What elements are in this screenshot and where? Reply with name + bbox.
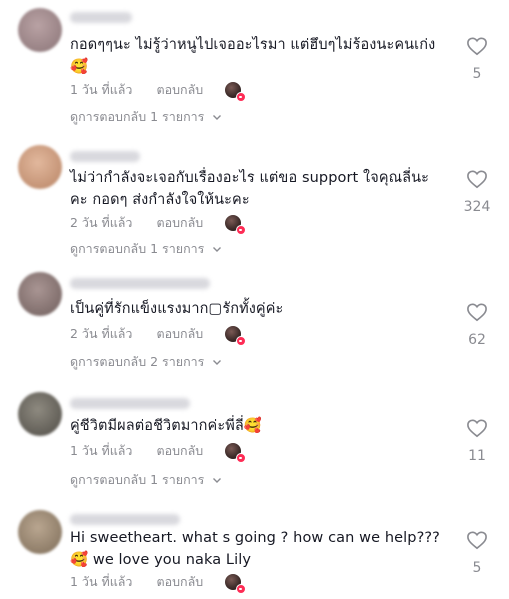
reply-button[interactable]: ตอบกลับ (156, 324, 203, 344)
view-replies-label: ดูการตอบกลับ 2 รายการ (70, 354, 205, 369)
commenter-avatar[interactable] (18, 392, 62, 436)
like-control: 324 (455, 169, 499, 215)
view-replies-button[interactable]: ดูการตอบกลับ 1 รายการ (70, 107, 222, 127)
view-replies-label: ดูการตอบกลับ 1 รายการ (70, 241, 205, 256)
comment-item: Hi sweetheart. what s going ? how can we… (0, 500, 509, 599)
comment-time: 1 วัน ที่แล้ว (70, 574, 133, 589)
like-count: 5 (472, 66, 482, 82)
comment-item: ไม่ว่ากำลังจะเจอกับเรื่องอะไร แต่ขอ supp… (0, 135, 509, 260)
heart-badge-icon (236, 92, 247, 102)
heart-badge-icon (236, 584, 247, 594)
reply-button[interactable]: ตอบกลับ (156, 572, 203, 592)
creator-liked-avatar (225, 443, 247, 463)
heart-outline-icon[interactable] (466, 530, 488, 550)
chevron-down-icon (213, 360, 222, 365)
like-control: 62 (463, 302, 491, 348)
view-replies-label: ดูการตอบกลับ 1 รายการ (70, 109, 205, 124)
commenter-username[interactable] (70, 12, 132, 23)
comment-time: 2 วัน ที่แล้ว (70, 326, 133, 341)
creator-liked-avatar (225, 574, 247, 594)
comment-item: คู่ชีวิตมีผลต่อชีวิตมากค่ะพี่ลี่🥰 1 วัน … (0, 382, 509, 500)
comment-item: กอดๆๆนะ ไม่รู้ว่าหนูไปเจออะไรมา แต่ฮึบๆไ… (0, 0, 509, 135)
comment-meta: 1 วัน ที่แล้ว ตอบกลับ (70, 80, 247, 102)
comment-text: เป็นคู่ที่รักแข็งแรงมาก▢รักทั้งคู่ค่ะ (70, 301, 284, 317)
heart-outline-icon[interactable] (466, 169, 488, 189)
comment-time: 1 วัน ที่แล้ว (70, 443, 133, 458)
like-count: 324 (463, 199, 491, 215)
comment-time: 2 วัน ที่แล้ว (70, 215, 133, 230)
view-replies-button[interactable]: ดูการตอบกลับ 1 รายการ (70, 470, 222, 490)
commenter-avatar[interactable] (18, 145, 62, 189)
commenter-username[interactable] (70, 514, 180, 525)
commenter-username[interactable] (70, 278, 210, 289)
like-count: 5 (472, 560, 482, 576)
chevron-down-icon (213, 478, 222, 483)
reply-button[interactable]: ตอบกลับ (156, 80, 203, 100)
creator-liked-avatar (225, 326, 247, 346)
heart-outline-icon[interactable] (466, 302, 488, 322)
like-count: 11 (468, 448, 486, 464)
reply-button[interactable]: ตอบกลับ (156, 213, 203, 233)
commenter-avatar[interactable] (18, 8, 62, 52)
chevron-down-icon (213, 247, 222, 252)
comment-time: 1 วัน ที่แล้ว (70, 82, 133, 97)
creator-liked-avatar (225, 215, 247, 235)
view-replies-button[interactable]: ดูการตอบกลับ 1 รายการ (70, 239, 222, 259)
comment-text: ไม่ว่ากำลังจะเจอกับเรื่องอะไร แต่ขอ supp… (70, 170, 430, 208)
view-replies-label: ดูการตอบกลับ 1 รายการ (70, 472, 205, 487)
comment-item: เป็นคู่ที่รักแข็งแรงมาก▢รักทั้งคู่ค่ะ 2 … (0, 262, 509, 382)
commenter-username[interactable] (70, 398, 190, 409)
like-control: 5 (463, 36, 491, 82)
chevron-down-icon (213, 115, 222, 120)
comment-text: กอดๆๆนะ ไม่รู้ว่าหนูไปเจออะไรมา แต่ฮึบๆไ… (70, 37, 436, 75)
comment-meta: 1 วัน ที่แล้ว ตอบกลับ (70, 572, 247, 594)
heart-badge-icon (236, 453, 247, 463)
heart-outline-icon[interactable] (466, 36, 488, 56)
like-count: 62 (468, 332, 486, 348)
reply-button[interactable]: ตอบกลับ (156, 441, 203, 461)
heart-outline-icon[interactable] (466, 418, 488, 438)
commenter-username[interactable] (70, 151, 140, 162)
commenter-avatar[interactable] (18, 510, 62, 554)
comment-meta: 1 วัน ที่แล้ว ตอบกลับ (70, 441, 247, 463)
view-replies-button[interactable]: ดูการตอบกลับ 2 รายการ (70, 352, 222, 372)
comment-text: Hi sweetheart. what s going ? how can we… (70, 530, 440, 568)
comment-text: คู่ชีวิตมีผลต่อชีวิตมากค่ะพี่ลี่🥰 (70, 418, 263, 434)
like-control: 11 (463, 418, 491, 464)
heart-badge-icon (236, 225, 247, 235)
like-control: 5 (463, 530, 491, 576)
comment-meta: 2 วัน ที่แล้ว ตอบกลับ (70, 324, 247, 346)
commenter-avatar[interactable] (18, 272, 62, 316)
heart-badge-icon (236, 336, 247, 346)
creator-liked-avatar (225, 82, 247, 102)
comment-meta: 2 วัน ที่แล้ว ตอบกลับ (70, 213, 247, 235)
